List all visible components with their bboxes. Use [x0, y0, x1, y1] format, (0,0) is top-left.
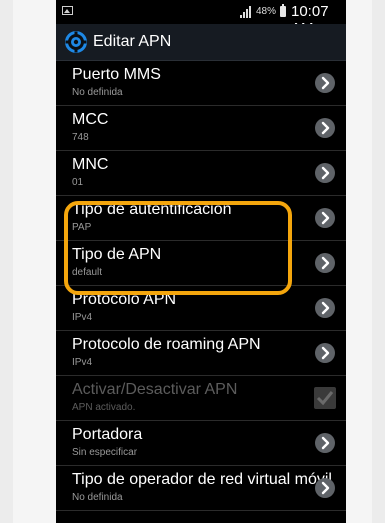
chevron-right-icon[interactable]	[315, 118, 335, 138]
setting-value: APN activado.	[72, 402, 136, 413]
settings-gear-icon[interactable]	[64, 30, 88, 54]
setting-value: PAP	[72, 222, 92, 233]
setting-row[interactable]: Portadora Sin especificar	[56, 421, 346, 466]
page-title: Editar APN	[93, 33, 172, 50]
setting-value: 748	[72, 132, 89, 143]
signal-strength-icon	[240, 6, 251, 18]
chevron-right-icon[interactable]	[315, 343, 335, 363]
setting-row[interactable]: Tipo de APN default	[56, 241, 346, 286]
chevron-right-icon[interactable]	[315, 73, 335, 93]
chevron-right-icon[interactable]	[315, 433, 335, 453]
setting-value: No definida	[72, 492, 123, 503]
setting-label: Protocolo de roaming APN	[72, 336, 261, 353]
setting-label: Tipo de APN	[72, 246, 162, 263]
chevron-right-icon[interactable]	[315, 478, 335, 498]
chevron-right-icon[interactable]	[315, 298, 335, 318]
setting-label: MNC	[72, 156, 109, 173]
setting-label: Protocolo APN	[72, 291, 177, 308]
setting-row: Activar/Desactivar APN APN activado.	[56, 376, 346, 421]
setting-value: No definida	[72, 87, 123, 98]
chevron-right-icon[interactable]	[315, 253, 335, 273]
setting-label: Tipo de operador de red virtual móvil	[72, 471, 332, 488]
setting-row[interactable]: Puerto MMS No definida	[56, 61, 346, 106]
chevron-right-icon[interactable]	[315, 208, 335, 228]
setting-row[interactable]: Protocolo de roaming APN IPv4	[56, 331, 346, 376]
setting-label: Activar/Desactivar APN	[72, 381, 238, 398]
battery-icon	[280, 4, 286, 17]
setting-label: Puerto MMS	[72, 66, 161, 83]
action-bar: Editar APN	[56, 24, 346, 61]
setting-label: Portadora	[72, 426, 143, 443]
setting-row[interactable]: Tipo de autentificación PAP	[56, 196, 346, 241]
setting-value: Sin especificar	[72, 447, 138, 458]
setting-row[interactable]: Protocolo APN IPv4	[56, 286, 346, 331]
setting-label: Tipo de autentificación	[72, 201, 232, 218]
setting-label: MCC	[72, 111, 109, 128]
setting-value: 01	[72, 177, 84, 188]
picture-notification-icon	[62, 6, 73, 15]
setting-row[interactable]: MNC 01	[56, 151, 346, 196]
setting-row[interactable]: Tipo de operador de red virtual móvil No …	[56, 466, 346, 511]
apn-settings-list: Puerto MMS No definida MCC 748 MNC 01 Tipo de …	[56, 61, 346, 511]
chevron-right-icon[interactable]	[315, 163, 335, 183]
checkbox-icon	[314, 387, 336, 409]
battery-percent: 48%	[256, 6, 277, 17]
setting-value: IPv4	[72, 357, 93, 368]
status-bar: 48% 10:07 AM	[56, 0, 346, 37]
phone-screen: 48% 10:07 AM Editar APN Puerto MMS No def…	[56, 0, 346, 523]
setting-value: IPv4	[72, 312, 93, 323]
setting-row[interactable]: MCC 748	[56, 106, 346, 151]
setting-value: default	[72, 267, 103, 278]
